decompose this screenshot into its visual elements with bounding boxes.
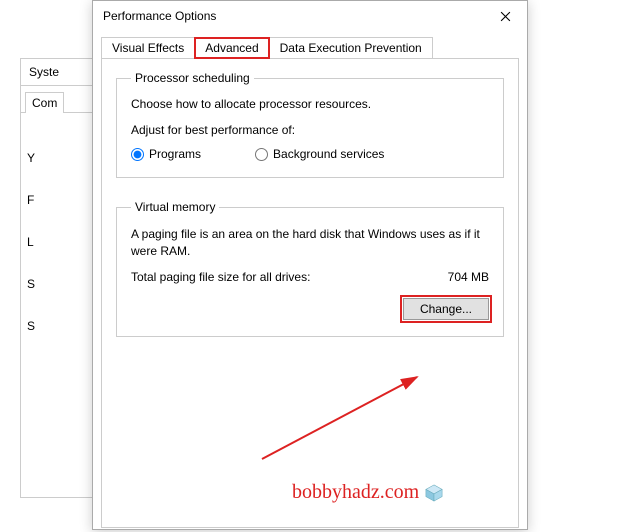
tab-row: Visual Effects Advanced Data Execution P… xyxy=(101,37,519,59)
processor-desc: Choose how to allocate processor resourc… xyxy=(131,97,489,111)
radio-programs-input[interactable] xyxy=(131,148,144,161)
bg-tab: Com xyxy=(25,92,64,113)
tab-panel-advanced: Processor scheduling Choose how to alloc… xyxy=(101,58,519,528)
close-button[interactable] xyxy=(483,1,527,31)
titlebar: Performance Options xyxy=(93,1,527,31)
vm-total-value: 704 MB xyxy=(448,270,489,284)
watermark-text: bobbyhadz.com xyxy=(292,481,419,504)
radio-background-input[interactable] xyxy=(255,148,268,161)
tab-visual-effects[interactable]: Visual Effects xyxy=(101,37,195,59)
adjust-label: Adjust for best performance of: xyxy=(131,123,489,137)
cube-icon xyxy=(425,484,443,502)
radio-background[interactable]: Background services xyxy=(255,147,384,161)
change-button[interactable]: Change... xyxy=(403,298,489,320)
close-icon xyxy=(500,11,511,22)
radio-programs[interactable]: Programs xyxy=(131,147,201,161)
vm-total-label: Total paging file size for all drives: xyxy=(131,270,310,284)
watermark: bobbyhadz.com xyxy=(292,481,443,504)
radio-programs-label: Programs xyxy=(149,147,201,161)
annotation-arrow-icon xyxy=(252,369,432,469)
tab-advanced[interactable]: Advanced xyxy=(194,37,269,59)
group-legend: Virtual memory xyxy=(131,200,219,214)
dialog-title: Performance Options xyxy=(103,9,216,23)
processor-scheduling-group: Processor scheduling Choose how to alloc… xyxy=(116,71,504,178)
virtual-memory-group: Virtual memory A paging file is an area … xyxy=(116,200,504,337)
radio-background-label: Background services xyxy=(273,147,384,161)
performance-options-dialog: Performance Options Visual Effects Advan… xyxy=(92,0,528,530)
group-legend: Processor scheduling xyxy=(131,71,254,85)
tab-dep[interactable]: Data Execution Prevention xyxy=(269,37,433,59)
vm-desc: A paging file is an area on the hard dis… xyxy=(131,226,489,260)
